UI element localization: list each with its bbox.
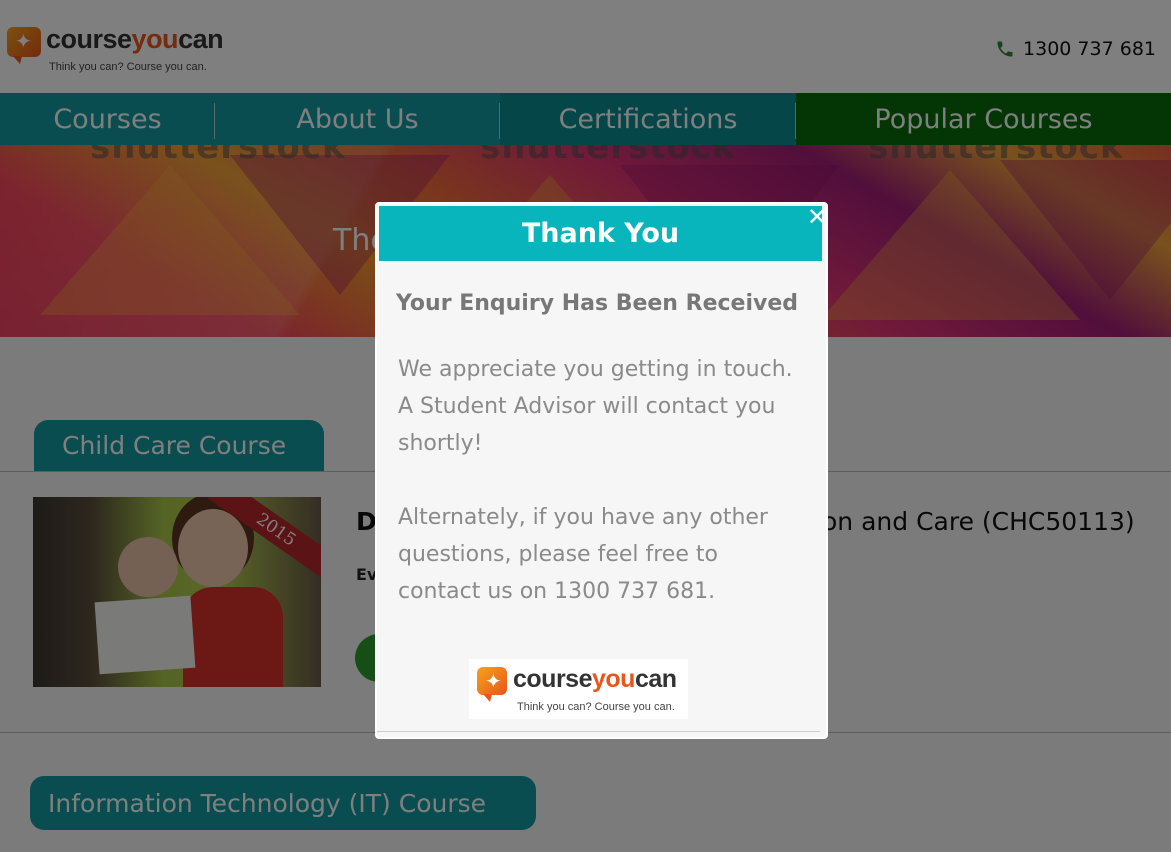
logo-tagline: Think you can? Course you can.	[517, 701, 675, 713]
thank-you-modal: Thank You ✕ Your Enquiry Has Been Receiv…	[375, 202, 828, 739]
modal-message: We appreciate you getting in touch. A St…	[398, 357, 793, 456]
modal-footer-edge	[377, 731, 820, 737]
close-icon[interactable]: ✕	[806, 205, 826, 229]
logo-wordmark: courseyoucan	[513, 665, 677, 693]
modal-title: Thank You	[379, 206, 822, 261]
modal-logo: ✦ courseyoucan Think you can? Course you…	[469, 659, 688, 719]
modal-contact-message: Alternately, if you have any other quest…	[398, 505, 768, 604]
modal-subtitle: Your Enquiry Has Been Received	[396, 291, 799, 316]
logo-rocket-icon: ✦	[477, 667, 507, 702]
